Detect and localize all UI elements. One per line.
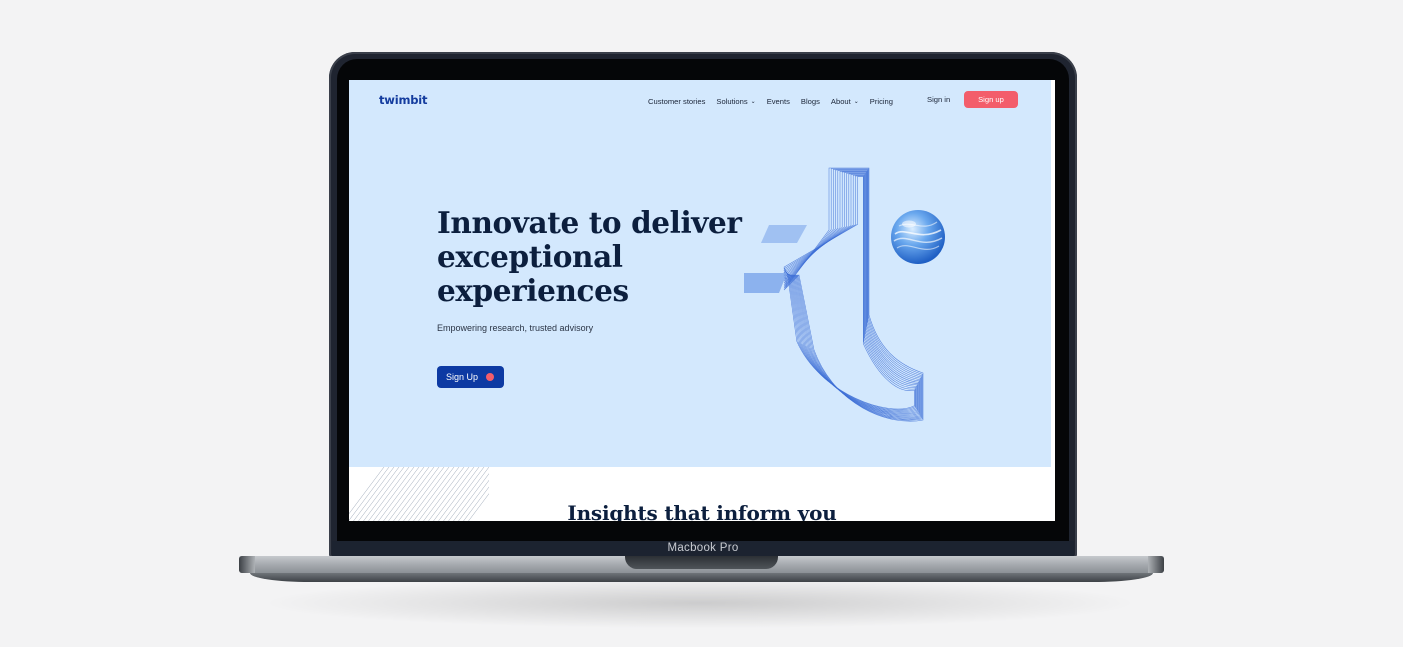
laptop-notch xyxy=(625,556,778,569)
nav-about[interactable]: About ⌄ xyxy=(831,97,859,106)
signin-link[interactable]: Sign in xyxy=(927,95,950,104)
nav-events[interactable]: Events xyxy=(767,97,790,106)
nav-blogs[interactable]: Blogs xyxy=(801,97,820,106)
laptop-base-edge xyxy=(1148,556,1164,573)
laptop-shadow xyxy=(270,578,1130,628)
nav-customer-stories[interactable]: Customer stories xyxy=(648,97,705,106)
nav-pricing[interactable]: Pricing xyxy=(870,97,893,106)
hero-subtitle: Empowering research, trusted advisory xyxy=(437,323,594,333)
chevron-down-icon: ⌄ xyxy=(750,98,756,105)
headline-line: exceptional xyxy=(437,239,623,274)
wireframe-stroke xyxy=(783,169,922,420)
nav-solutions[interactable]: Solutions ⌄ xyxy=(716,97,755,106)
wireframe-block xyxy=(761,225,807,243)
hero-headline: Innovate to deliver exceptional experien… xyxy=(437,206,757,308)
hero-section: twimbit Customer stories Solutions ⌄ Eve… xyxy=(349,80,1055,467)
dot-icon xyxy=(486,373,494,381)
hero-signup-button[interactable]: Sign Up xyxy=(437,366,504,388)
nav-label: Customer stories xyxy=(648,96,706,106)
cta-label: Sign Up xyxy=(446,372,479,382)
glass-sphere-illustration xyxy=(891,210,945,264)
laptop-base-edge xyxy=(239,556,255,573)
scrollbar[interactable] xyxy=(1051,80,1055,467)
nav-label: Events xyxy=(766,96,790,106)
signup-button[interactable]: Sign up xyxy=(964,91,1018,108)
nav-label: Blogs xyxy=(800,96,820,106)
wireframe-block xyxy=(744,273,787,293)
nav-label: Pricing xyxy=(869,96,894,106)
wireframe-illustration xyxy=(744,167,924,422)
nav-label: About xyxy=(830,96,851,106)
headline-line: Innovate to deliver xyxy=(437,205,742,240)
website-screen: twimbit Customer stories Solutions ⌄ Eve… xyxy=(349,80,1055,521)
laptop-base-lip xyxy=(250,573,1153,582)
main-nav: Customer stories Solutions ⌄ Events Blog… xyxy=(648,95,904,107)
chevron-down-icon: ⌄ xyxy=(853,98,859,105)
nav-label: Solutions xyxy=(716,96,748,106)
logo[interactable]: twimbit xyxy=(379,93,428,107)
section-title: Insights that inform you xyxy=(567,501,837,521)
headline-line: experiences xyxy=(437,273,629,308)
device-label: Macbook Pro xyxy=(667,542,739,554)
